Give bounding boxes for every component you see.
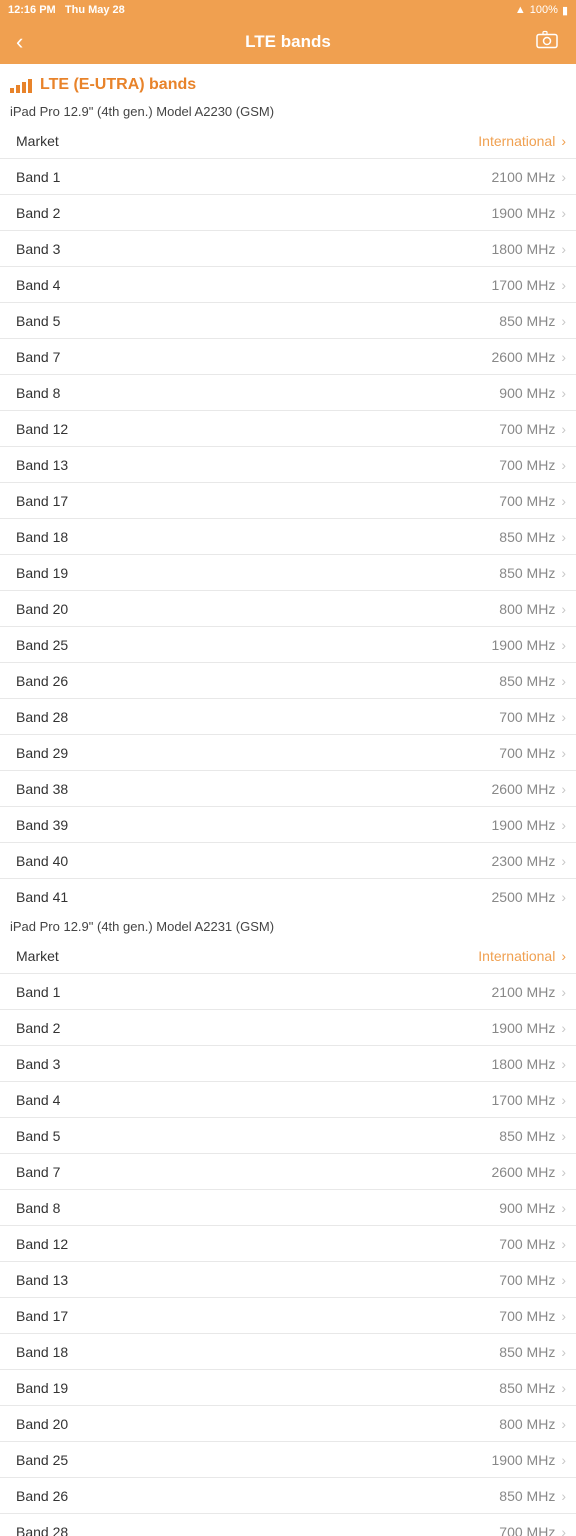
band-row[interactable]: Band 29 700 MHz › [0,735,576,771]
lte-icon [10,77,32,93]
model-header-2: iPad Pro 12.9" (4th gen.) Model A2231 (G… [0,915,576,938]
section-header: LTE (E-UTRA) bands [0,64,576,100]
band-row[interactable]: Band 3 1800 MHz › [0,231,576,267]
market-value-2: International › [478,948,566,964]
band-row[interactable]: Band 26 850 MHz › [0,1478,576,1514]
band-row[interactable]: Band 5 850 MHz › [0,1118,576,1154]
status-right: ▲ 100% ▮ [515,4,568,17]
wifi-icon: ▲ [515,4,526,16]
market-row-1: Market International › [0,123,576,159]
band-row[interactable]: Band 1 2100 MHz › [0,974,576,1010]
content-area: LTE (E-UTRA) bands iPad Pro 12.9" (4th g… [0,64,576,1536]
band-row[interactable]: Band 40 2300 MHz › [0,843,576,879]
band-row[interactable]: Band 41 2500 MHz › [0,879,576,915]
back-button[interactable]: ‹ [8,25,31,59]
device-group-2: iPad Pro 12.9" (4th gen.) Model A2231 (G… [0,915,576,1536]
band-row[interactable]: Band 26 850 MHz › [0,663,576,699]
band-row[interactable]: Band 17 700 MHz › [0,483,576,519]
market-row-2: Market International › [0,938,576,974]
band-row[interactable]: Band 4 1700 MHz › [0,267,576,303]
band-row[interactable]: Band 2 1900 MHz › [0,195,576,231]
band-row[interactable]: Band 8 900 MHz › [0,375,576,411]
battery-label: 100% [530,4,558,16]
market-value-1: International › [478,133,566,149]
band-row[interactable]: Band 12 700 MHz › [0,411,576,447]
band-row[interactable]: Band 19 850 MHz › [0,555,576,591]
band-row[interactable]: Band 20 800 MHz › [0,1406,576,1442]
battery-icon: ▮ [562,4,568,17]
band-row[interactable]: Band 5 850 MHz › [0,303,576,339]
camera-button[interactable] [528,27,566,58]
status-time: 12:16 PM Thu May 28 [8,4,125,16]
band-row[interactable]: Band 18 850 MHz › [0,1334,576,1370]
time-label: 12:16 PM [8,4,56,16]
band-row[interactable]: Band 7 2600 MHz › [0,1154,576,1190]
band-row[interactable]: Band 19 850 MHz › [0,1370,576,1406]
band-row[interactable]: Band 25 1900 MHz › [0,627,576,663]
section-title: LTE (E-UTRA) bands [40,76,196,94]
band-row[interactable]: Band 28 700 MHz › [0,1514,576,1536]
band-row[interactable]: Band 2 1900 MHz › [0,1010,576,1046]
nav-bar: ‹ LTE bands [0,20,576,64]
band-row[interactable]: Band 13 700 MHz › [0,1262,576,1298]
band-row[interactable]: Band 28 700 MHz › [0,699,576,735]
market-label: Market [16,133,59,149]
band-row[interactable]: Band 13 700 MHz › [0,447,576,483]
date-label: Thu May 28 [65,4,125,16]
market-label-2: Market [16,948,59,964]
band-row[interactable]: Band 8 900 MHz › [0,1190,576,1226]
band-row[interactable]: Band 17 700 MHz › [0,1298,576,1334]
band-row[interactable]: Band 3 1800 MHz › [0,1046,576,1082]
status-bar: 12:16 PM Thu May 28 ▲ 100% ▮ [0,0,576,20]
band-row[interactable]: Band 1 2100 MHz › [0,159,576,195]
band-row[interactable]: Band 25 1900 MHz › [0,1442,576,1478]
band-row[interactable]: Band 4 1700 MHz › [0,1082,576,1118]
band-row[interactable]: Band 39 1900 MHz › [0,807,576,843]
band-row[interactable]: Band 7 2600 MHz › [0,339,576,375]
device-group-1: iPad Pro 12.9" (4th gen.) Model A2230 (G… [0,100,576,915]
nav-title: LTE bands [245,32,331,52]
band-row[interactable]: Band 18 850 MHz › [0,519,576,555]
model-header-1: iPad Pro 12.9" (4th gen.) Model A2230 (G… [0,100,576,123]
band-row[interactable]: Band 12 700 MHz › [0,1226,576,1262]
band-row[interactable]: Band 38 2600 MHz › [0,771,576,807]
band-row[interactable]: Band 20 800 MHz › [0,591,576,627]
